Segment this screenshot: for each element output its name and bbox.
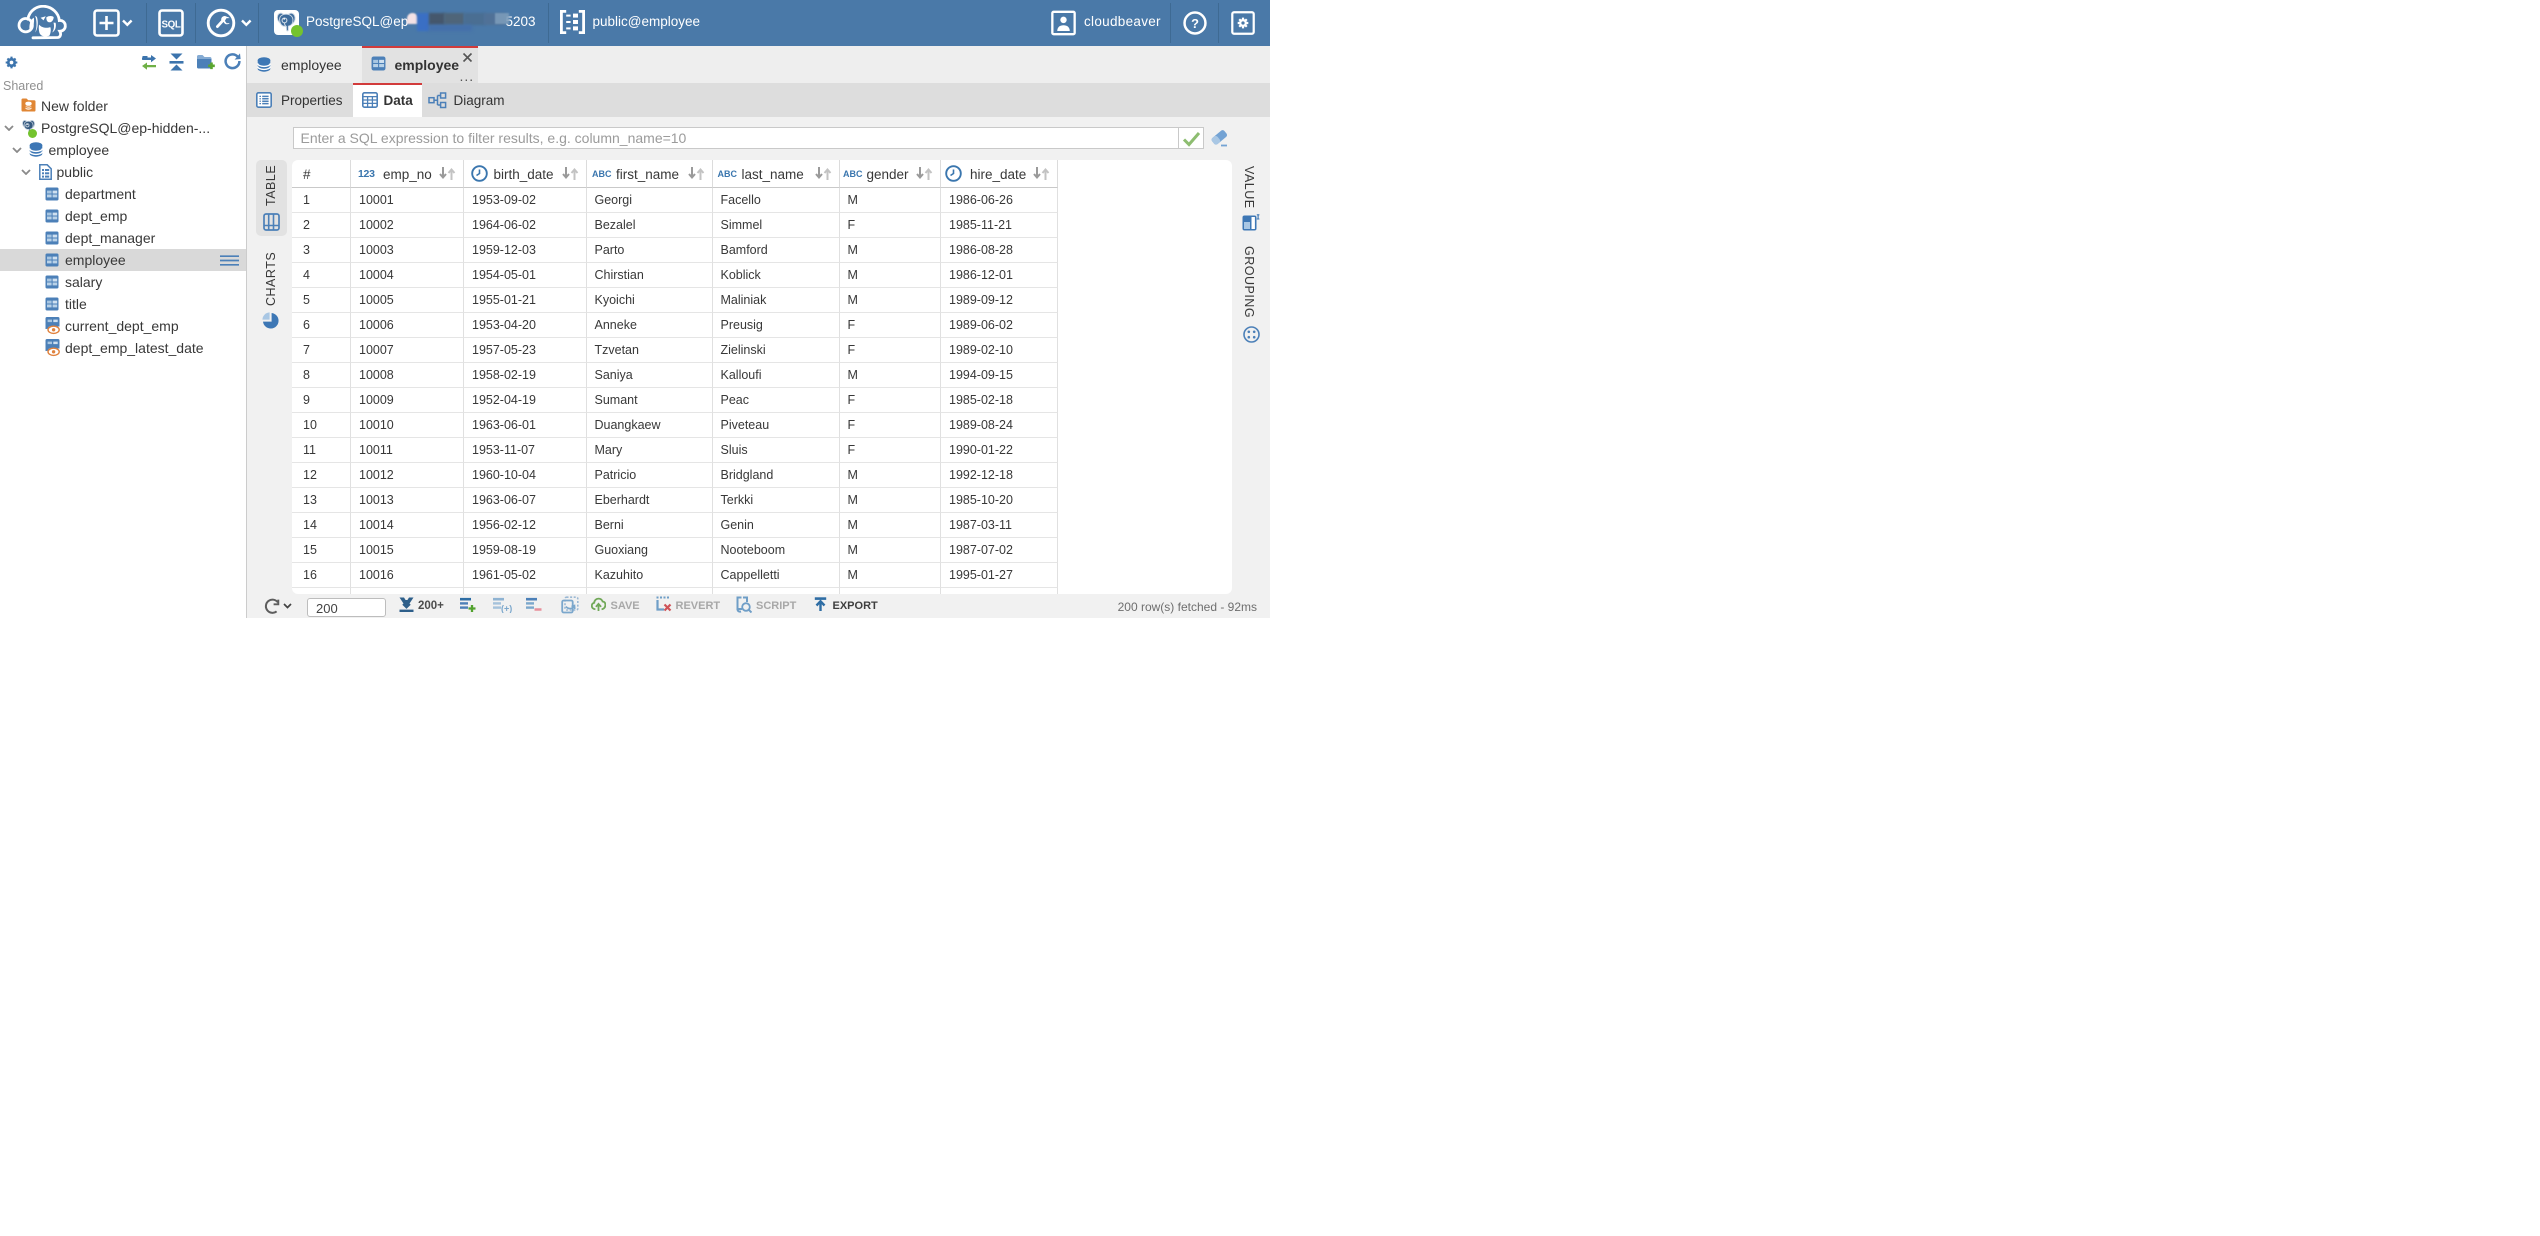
svg-text:SQL: SQL (162, 20, 181, 31)
svg-text:(+): (+) (501, 604, 512, 614)
svg-text:?: ? (1191, 16, 1199, 31)
